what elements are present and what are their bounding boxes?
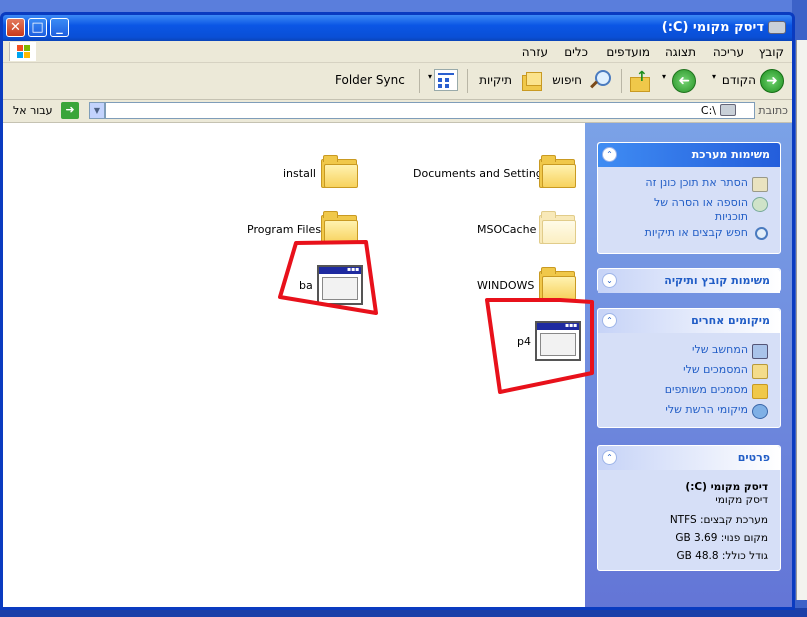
menu-help[interactable]: עזרה: [522, 45, 548, 59]
application-icon: ▪▪▪: [317, 265, 363, 305]
forward-arrow-icon[interactable]: ➜: [672, 69, 696, 93]
file-folder-tasks-panel: משימות קובץ ותיקיה ⌄: [597, 268, 781, 293]
details-free-space: מקום פנוי: 3.69 GB: [675, 532, 768, 544]
address-input[interactable]: C:\: [105, 102, 755, 119]
application-icon: ▪▪▪: [535, 321, 581, 361]
folders-button[interactable]: תיקיות: [479, 73, 512, 87]
maximize-button[interactable]: □: [28, 18, 47, 37]
shared-documents-link[interactable]: מסמכים משותפים: [665, 383, 748, 396]
menu-bar: קובץ עריכה תצוגה מועדפים כלים עזרה: [3, 41, 792, 63]
chevron-up-icon[interactable]: ⌃: [602, 450, 617, 465]
my-computer-link[interactable]: המחשב שלי: [692, 343, 748, 356]
other-places-panel: מיקומים אחרים ⌃ המחשב שלי המסמכים שלי מס…: [597, 308, 781, 428]
system-tasks-panel: משימות מערכת ⌃ הסתר את תוכן כונן זה הוספ…: [597, 142, 781, 254]
details-filesystem: מערכת קבצים: NTFS: [669, 514, 768, 526]
folder-icon: [321, 211, 358, 244]
panel-header[interactable]: משימות קובץ ותיקיה ⌄: [598, 269, 780, 293]
folder-sync-button[interactable]: Folder Sync: [335, 73, 405, 87]
back-button[interactable]: הקודם: [722, 73, 756, 87]
menu-view[interactable]: תצוגה: [665, 45, 696, 59]
details-panel: פרטים ⌃ דיסק מקומי (C:) דיסק מקומי מערכת…: [597, 445, 781, 571]
details-total-size: גודל כולל: 48.8 GB: [676, 550, 768, 562]
folder-icon: [539, 155, 576, 188]
address-bar: כתובת C:\ ▼ ➜ עבור אל: [3, 100, 792, 123]
menu-tools[interactable]: כלים: [564, 45, 588, 59]
network-places-icon: [752, 404, 768, 419]
my-documents-icon: [752, 364, 768, 379]
menu-favorites[interactable]: מועדפים: [606, 45, 650, 59]
hidden-folder-icon: [539, 211, 576, 244]
chevron-down-icon[interactable]: ⌄: [602, 273, 617, 288]
back-arrow-icon[interactable]: ➜: [760, 69, 784, 93]
drive-icon: [768, 21, 786, 34]
add-remove-programs-link[interactable]: הוספה או הסרה של: [654, 196, 748, 209]
search-icon: [755, 227, 768, 240]
folder-icon: [321, 155, 358, 188]
address-label: כתובת: [758, 104, 788, 117]
item-label: MSOCache: [477, 223, 537, 236]
minimize-button[interactable]: _: [50, 18, 69, 37]
forward-dropdown-icon[interactable]: ▾: [662, 72, 666, 81]
item-label: Documents and Settings: [413, 167, 549, 180]
my-documents-link[interactable]: המסמכים שלי: [683, 363, 748, 376]
chevron-up-icon[interactable]: ⌃: [602, 313, 617, 328]
details-type: דיסק מקומי: [715, 494, 768, 506]
item-label: install: [283, 167, 316, 180]
panel-header[interactable]: משימות מערכת ⌃: [598, 143, 780, 167]
panel-title: מיקומים אחרים: [691, 314, 770, 327]
background-window-edge: [796, 40, 807, 600]
back-dropdown-icon[interactable]: ▾: [712, 72, 716, 81]
go-arrow-icon[interactable]: ➜: [61, 102, 79, 119]
search-button[interactable]: חיפוש: [552, 73, 582, 87]
details-name: דיסק מקומי (C:): [685, 481, 768, 493]
panel-header[interactable]: פרטים ⌃: [598, 446, 780, 470]
toolbar-separator: [621, 69, 622, 93]
address-value: C:\: [700, 104, 716, 117]
menu-file[interactable]: קובץ: [759, 45, 784, 59]
panel-title: פרטים: [737, 451, 770, 464]
my-computer-icon: [752, 344, 768, 359]
close-button[interactable]: ✕: [6, 18, 25, 37]
title-bar[interactable]: ✕ □ _ דיסק מקומי (C:): [3, 15, 792, 41]
item-label: p4: [517, 335, 531, 348]
go-button[interactable]: עבור אל: [13, 104, 53, 117]
toolbar-separator: [467, 69, 468, 93]
hide-contents-icon: [752, 177, 768, 192]
toolbar-separator: [419, 69, 420, 93]
file-list: Documents and Settings install MSOCache …: [3, 123, 585, 607]
item-label: Program Files: [247, 223, 322, 236]
window-title: דיסק מקומי (C:): [661, 20, 764, 35]
hide-drive-contents-link[interactable]: הסתר את תוכן כונן זה: [645, 176, 748, 189]
search-icon[interactable]: [588, 69, 611, 91]
item-label: WINDOWS: [477, 279, 535, 292]
windows-logo-icon: [9, 42, 36, 61]
panel-header[interactable]: מיקומים אחרים ⌃: [598, 309, 780, 333]
search-files-link[interactable]: חפש קבצים או תיקיות: [645, 226, 748, 239]
up-folder-icon[interactable]: ↑: [628, 69, 650, 92]
panel-title: משימות קובץ ותיקיה: [664, 274, 770, 287]
drive-icon: [720, 104, 736, 116]
add-remove-programs-link-line2[interactable]: תוכניות: [715, 210, 748, 223]
shared-documents-icon: [752, 384, 768, 399]
address-dropdown-icon[interactable]: ▼: [89, 102, 105, 119]
views-dropdown-icon[interactable]: ▾: [428, 72, 432, 81]
item-label: ba: [299, 279, 313, 292]
folder-icon: [539, 267, 576, 300]
menu-edit[interactable]: עריכה: [713, 45, 744, 59]
network-places-link[interactable]: מיקומי הרשת שלי: [665, 403, 748, 416]
toolbar: ➜ הקודם ▾ ➜ ▾ ↑ חיפוש תיקיות ▾ Folder Sy…: [3, 63, 792, 100]
chevron-up-icon[interactable]: ⌃: [602, 147, 617, 162]
panel-title: משימות מערכת: [691, 148, 770, 161]
views-icon[interactable]: [434, 69, 458, 91]
folders-icon[interactable]: [520, 69, 542, 91]
add-remove-programs-icon: [752, 197, 768, 212]
